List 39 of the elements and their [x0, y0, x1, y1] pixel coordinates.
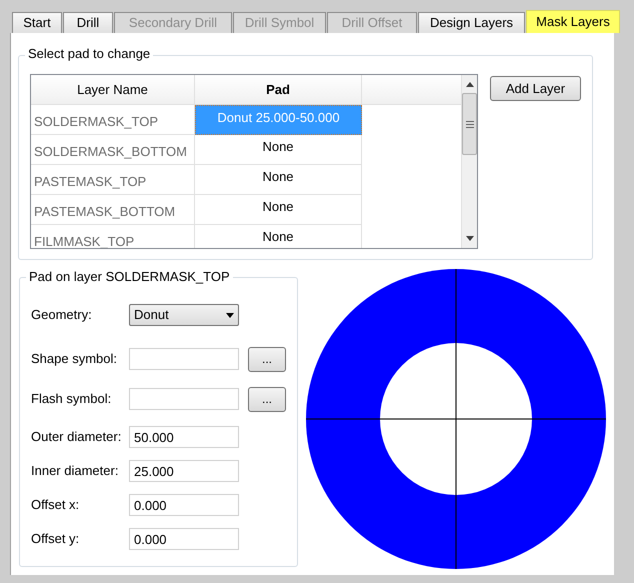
field-label: Shape symbol:	[31, 350, 118, 368]
input-field[interactable]: 50.000	[129, 426, 239, 448]
field-label: Offset x:	[31, 496, 80, 514]
scrollbar[interactable]	[461, 75, 477, 248]
input-field[interactable]: 0.000	[129, 494, 239, 516]
table-cell: PASTEMASK_BOTTOM	[31, 195, 195, 225]
group-title: Pad on layer SOLDERMASK_TOP	[26, 270, 233, 283]
input-field[interactable]: 25.000	[129, 460, 239, 482]
table-cell[interactable]: None	[195, 195, 362, 225]
browse-button[interactable]: ...	[248, 386, 286, 412]
table-cell[interactable]: None	[195, 165, 362, 195]
tab[interactable]: Design Layers	[418, 12, 525, 33]
field-label: Offset y:	[31, 530, 80, 548]
tab[interactable]: Start	[12, 12, 62, 33]
tab[interactable]: Drill	[63, 12, 113, 33]
table-cell[interactable]: None	[195, 225, 362, 248]
column-header[interactable]: Pad	[195, 75, 362, 104]
table-cell: PASTEMASK_TOP	[31, 165, 195, 195]
scroll-thumb[interactable]	[462, 93, 477, 155]
caret-icon	[226, 312, 234, 318]
field-label: Inner diameter:	[31, 462, 120, 480]
scroll-up-icon[interactable]	[466, 82, 474, 87]
input-field[interactable]	[129, 388, 239, 410]
column-header[interactable]: Layer Name	[31, 75, 195, 104]
grip-icon	[466, 120, 474, 128]
input-field[interactable]: 0.000	[129, 528, 239, 550]
geometry-dropdown[interactable]: Donut	[129, 304, 239, 326]
field-label: Flash symbol:	[31, 390, 112, 408]
table-cell: SOLDERMASK_BOTTOM	[31, 135, 195, 165]
field-label: Outer diameter:	[31, 428, 122, 446]
table-cell[interactable]: None	[195, 135, 362, 165]
browse-button[interactable]: ...	[248, 346, 286, 372]
field-label: Geometry:	[31, 306, 93, 324]
scroll-down-icon[interactable]	[466, 236, 474, 241]
add-layer-button[interactable]: Add Layer	[490, 76, 581, 101]
table-cell: FILMMASK_TOP	[31, 225, 195, 248]
group-title: Select pad to change	[25, 47, 154, 60]
tab[interactable]: Mask Layers	[526, 10, 620, 33]
input-field[interactable]	[129, 348, 239, 370]
